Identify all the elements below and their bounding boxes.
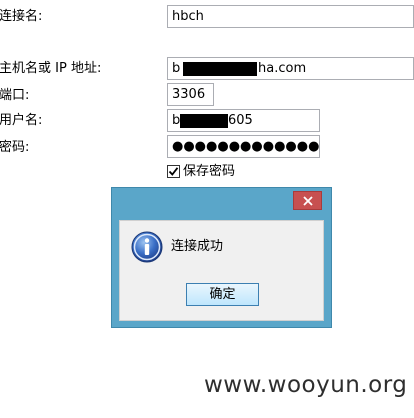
dialog-message: 连接成功: [171, 239, 224, 254]
host-label: 主机名或 IP 地址:: [0, 61, 102, 76]
port-value: 3306: [172, 87, 206, 102]
save-password-checkbox[interactable]: [167, 165, 180, 178]
password-value: ●●●●●●●●●●●●●●●●: [172, 139, 320, 154]
dialog-body: 连接成功 确定: [119, 220, 324, 321]
port-label: 端口:: [0, 88, 30, 103]
port-input[interactable]: 3306: [167, 83, 214, 106]
connection-name-input[interactable]: hbch: [167, 5, 414, 28]
close-icon: [303, 196, 313, 206]
password-input[interactable]: ●●●●●●●●●●●●●●●●: [167, 135, 320, 158]
host-value-prefix: b: [172, 61, 181, 76]
username-label: 用户名:: [0, 113, 43, 128]
connection-name-label: 连接名:: [0, 9, 43, 24]
checkmark-icon: [168, 167, 179, 176]
ok-button[interactable]: 确定: [186, 283, 259, 306]
watermark: www.wooyun.org: [204, 372, 408, 398]
host-value-suffix: ha.com: [258, 61, 307, 76]
username-input[interactable]: b 605: [167, 109, 320, 132]
username-value-suffix: 605: [228, 113, 253, 128]
info-icon: [131, 231, 163, 263]
password-label: 密码:: [0, 140, 30, 155]
redaction-bar: [183, 62, 257, 76]
save-password-label: 保存密码: [183, 164, 236, 179]
message-dialog: 连接成功 确定: [111, 187, 332, 328]
connection-name-value: hbch: [172, 9, 204, 24]
host-input[interactable]: b ha.com: [167, 57, 414, 80]
dialog-close-button[interactable]: [293, 191, 322, 210]
redaction-bar: [180, 114, 228, 128]
